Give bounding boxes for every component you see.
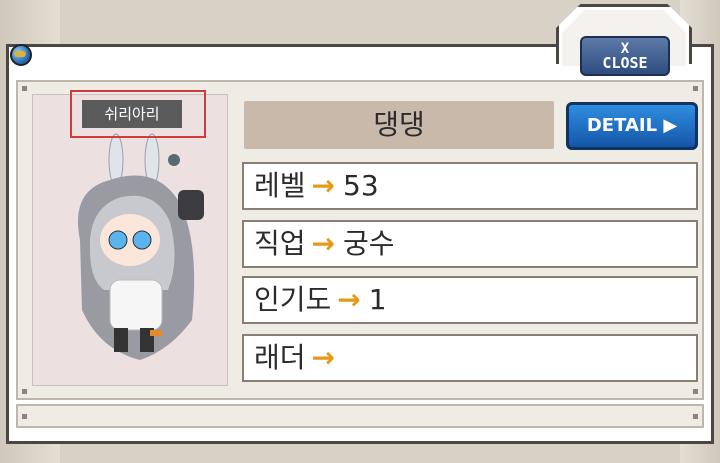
level-value: 53 (343, 169, 379, 202)
panel-rivet (22, 86, 27, 91)
job-row: 직업 → 궁수 (242, 220, 698, 268)
fame-row: 인기도 → 1 (242, 276, 698, 324)
arrow-icon: → (311, 227, 335, 260)
level-row: 레벨 → 53 (242, 162, 698, 210)
panel-rivet (22, 389, 27, 394)
chevron-right-icon: ▶ (663, 115, 678, 136)
close-label: CLOSE (602, 54, 648, 72)
panel-rivet (693, 86, 698, 91)
detail-button[interactable]: DETAIL ▶ (566, 102, 698, 150)
character-name: 댕댕 (244, 101, 554, 149)
detail-label: DETAIL (586, 115, 658, 136)
panel-rivet (693, 389, 698, 394)
bar-rivet (693, 414, 698, 419)
arrow-icon: → (311, 169, 335, 202)
job-label: 직업 (254, 227, 306, 260)
bar-rivet (22, 414, 27, 419)
close-button[interactable]: X CLOSE (580, 36, 670, 76)
globe-icon (10, 44, 32, 66)
character-avatar (78, 133, 204, 360)
bottom-bar (16, 404, 704, 428)
arrow-icon: → (337, 283, 361, 316)
job-value: 궁수 (343, 227, 395, 260)
ladder-row: 래더 → (242, 334, 698, 382)
portrait-name-tag: 쉬리아리 (82, 100, 182, 128)
level-label: 레벨 (254, 169, 306, 202)
fame-label: 인기도 (254, 283, 332, 316)
arrow-icon: → (311, 341, 335, 374)
fame-value: 1 (368, 283, 387, 316)
ladder-label: 래더 (254, 341, 306, 374)
